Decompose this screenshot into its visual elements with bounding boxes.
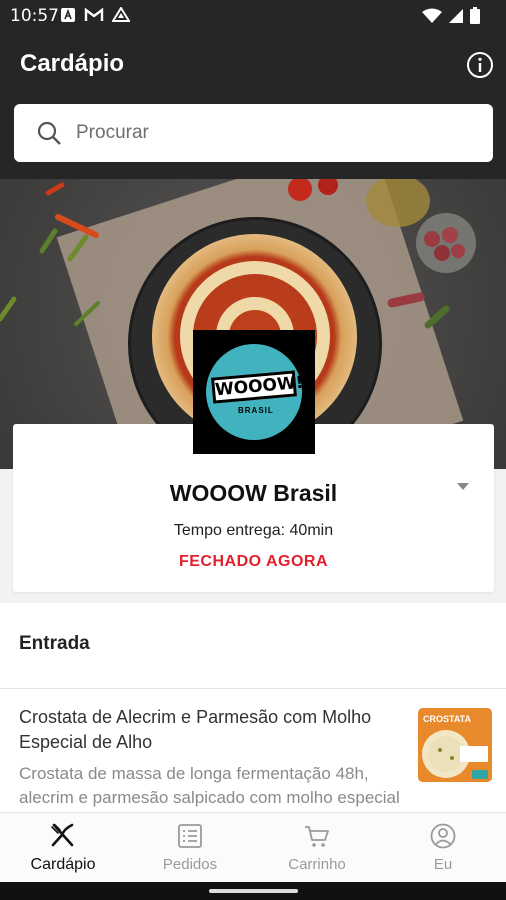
logo-subtext: BRASIL (238, 406, 274, 415)
store-name: WOOOW Brasil (169, 480, 338, 506)
chevron-down-icon[interactable] (457, 483, 469, 490)
nav-label-cardapio: Cardápio (30, 856, 96, 873)
page-title: Cardápio (20, 50, 125, 77)
menu-item-photo: CROSTATA (418, 708, 492, 782)
system-icons (422, 7, 480, 24)
bottom-navigation: Cardápio Pedidos Carrinho Eu (0, 812, 506, 882)
nav-cardapio[interactable]: Cardápio (0, 813, 126, 883)
search-bar-container (0, 104, 506, 179)
a-notification-icon (61, 8, 75, 22)
search-input[interactable] (76, 118, 476, 148)
crostata-thumbnail: CROSTATA (418, 708, 492, 782)
home-gesture-handle[interactable] (209, 889, 298, 893)
cart-icon (305, 826, 329, 847)
wifi-icon (422, 8, 442, 23)
nav-eu[interactable]: Eu (380, 813, 506, 883)
menu-section-title: Entrada (19, 633, 90, 654)
fork-knife-icon (51, 823, 74, 847)
list-icon (178, 824, 202, 848)
logo-badge: WOOOW! BRASIL (206, 344, 304, 440)
nav-label-carrinho: Carrinho (288, 856, 346, 873)
store-status-badge: FECHADO AGORA (178, 553, 328, 570)
menu-item[interactable]: Crostata de Alecrim e Parmesão com Molho… (0, 689, 506, 812)
notification-icons (60, 7, 130, 23)
gmail-icon (84, 7, 104, 21)
info-icon[interactable] (466, 51, 494, 79)
search-bar[interactable] (14, 104, 493, 162)
app-header: Cardápio (0, 32, 506, 104)
store-logo: WOOOW! BRASIL (193, 330, 315, 454)
thumb-label: CROSTATA (423, 714, 471, 724)
user-icon (430, 823, 456, 849)
menu-item-name: Crostata de Alecrim e Parmesão com Molho… (19, 707, 372, 752)
menu-item-description: Crostata de massa de longa fermentação 4… (19, 764, 400, 807)
status-bar: 10:57 (0, 0, 506, 32)
logo-wordmark: WOOOW! (211, 370, 304, 404)
drive-icon (112, 7, 130, 22)
status-time: 10:57 (10, 6, 59, 26)
nav-carrinho[interactable]: Carrinho (254, 813, 380, 883)
gesture-navigation-bar (0, 882, 506, 900)
search-icon (37, 121, 61, 145)
battery-icon (470, 7, 480, 24)
signal-icon (449, 8, 463, 23)
nav-label-pedidos: Pedidos (162, 856, 218, 873)
nav-pedidos[interactable]: Pedidos (127, 813, 253, 883)
nav-label-eu: Eu (433, 856, 453, 873)
delivery-time: Tempo entrega: 40min (173, 522, 334, 539)
